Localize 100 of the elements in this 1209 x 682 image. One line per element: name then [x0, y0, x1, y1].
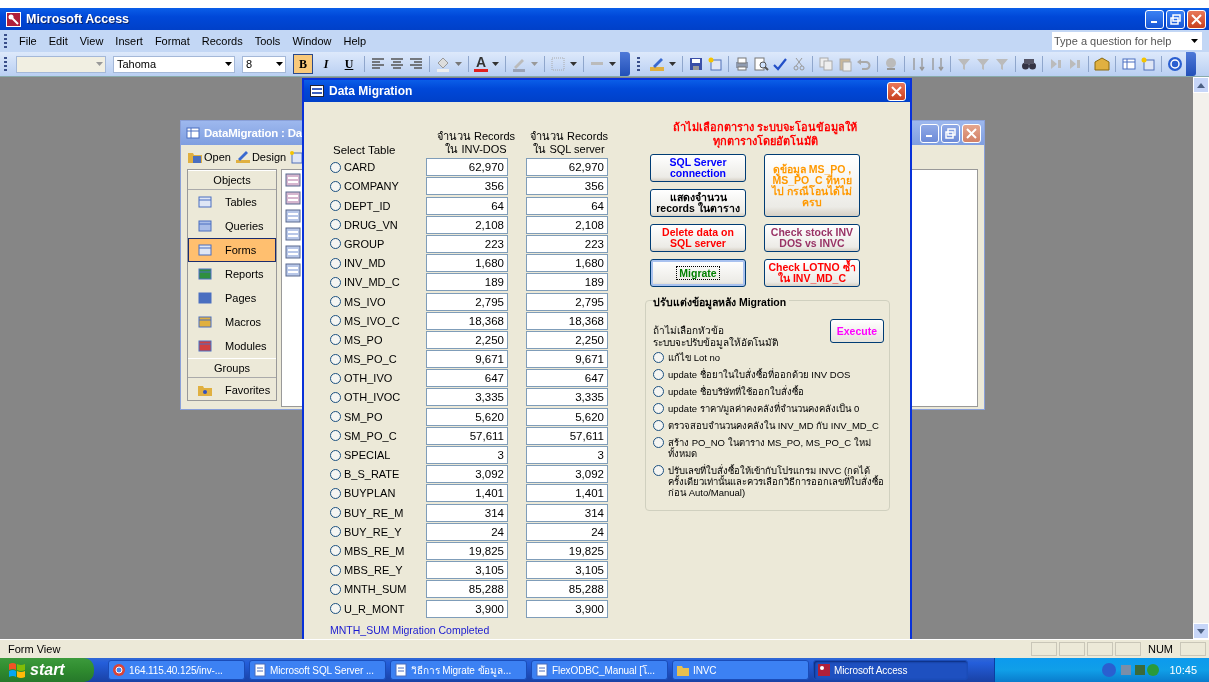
object-type-item[interactable]: Forms — [188, 238, 276, 262]
table-radio[interactable]: OTH_IVO — [330, 372, 426, 385]
table-radio[interactable]: BUY_RE_Y — [330, 525, 426, 538]
font-size-dropdown[interactable]: 8 — [242, 55, 286, 73]
menu-item[interactable]: Edit — [42, 35, 74, 47]
table-radio[interactable]: MS_PO_C — [330, 353, 426, 366]
format-button[interactable]: B — [293, 54, 313, 74]
record-count-field: 85,288 — [526, 580, 608, 599]
taskbar-item[interactable]: Microsoft SQL Server ... — [249, 660, 386, 680]
group-item[interactable]: Favorites — [188, 378, 276, 402]
option-radio[interactable]: แก้ไข Lot no — [653, 352, 884, 363]
table-radio[interactable]: SPECIAL — [330, 449, 426, 461]
record-count-field: 62,970 — [526, 158, 608, 177]
record-count-field: 2,250 — [526, 330, 608, 349]
start-button[interactable]: start — [0, 658, 94, 682]
menu-item[interactable]: Format — [148, 35, 196, 47]
record-count-field: 18,368 — [526, 311, 608, 330]
record-count-field: 5,620 — [426, 407, 508, 426]
status-text: Form View — [7, 643, 62, 655]
record-count-field: 1,680 — [426, 254, 508, 273]
record-count-field: 19,825 — [526, 541, 608, 560]
record-count-field: 3,900 — [526, 599, 608, 618]
record-count-field: 356 — [526, 177, 608, 196]
taskbar-item[interactable]: 164.115.40.125/inv-... — [108, 660, 245, 680]
menu-item[interactable]: Tools — [248, 35, 287, 47]
table-radio[interactable]: COMPANY — [330, 180, 426, 193]
action-button[interactable]: Check LOTNO ซ้ำ ใน INV_MD_C — [764, 259, 860, 287]
table-radio[interactable]: B_S_RATE — [330, 468, 426, 481]
table-radio[interactable]: MBS_RE_M — [330, 544, 426, 557]
groups-header[interactable]: Groups — [188, 358, 276, 378]
column-header: จำนวน Records ใน INV-DOS — [436, 130, 516, 156]
table-radio[interactable]: U_R_MONT — [330, 602, 426, 615]
action-button[interactable]: Check stock INV DOS vs INVC — [764, 224, 860, 252]
record-count-field: 24 — [426, 522, 508, 541]
table-radio[interactable]: GROUP — [330, 237, 426, 250]
object-type-item[interactable]: Queries — [188, 214, 276, 238]
format-button[interactable]: I — [316, 54, 336, 74]
table-radio[interactable]: OTH_IVOC — [330, 391, 426, 404]
table-radio[interactable]: BUYPLAN — [330, 487, 426, 500]
menu-item[interactable]: File — [13, 35, 43, 47]
taskbar-item[interactable]: INVC — [672, 660, 809, 680]
table-radio[interactable]: MS_PO — [330, 333, 426, 346]
clock: 10:45 — [1169, 664, 1197, 676]
taskbar-item[interactable]: FlexODBC_Manual [โ... — [531, 660, 668, 680]
taskbar-item[interactable]: วิธีการ Migrate ข้อมูล... — [390, 660, 527, 680]
format-button[interactable]: U — [339, 54, 359, 74]
menu-item[interactable]: Insert — [109, 35, 149, 47]
table-radio[interactable]: SM_PO_C — [330, 429, 426, 442]
font-color-button[interactable]: A — [474, 56, 489, 72]
record-count-field: 57,611 — [526, 426, 608, 445]
menu-item[interactable]: View — [73, 35, 110, 47]
object-type-item[interactable]: Tables — [188, 190, 276, 214]
option-radio[interactable]: update ชื่อบริษัทที่ใช้ออกใบสั่งซื้อ — [653, 386, 884, 397]
record-count-field: 9,671 — [526, 350, 608, 369]
record-count-field: 2,795 — [426, 292, 508, 311]
menu-item[interactable]: Records — [195, 35, 249, 47]
table-radio[interactable]: MS_IVO — [330, 295, 426, 308]
record-count-field: 19,825 — [426, 541, 508, 560]
notice-text: ถ้าไม่เลือกตาราง ระบบจะโอนข้อมูลให้ ทุกตารางโดยอัตโนมัติ — [671, 120, 859, 148]
table-radio[interactable]: DEPT_ID — [330, 199, 426, 212]
option-radio[interactable]: update ชื่อยาในใบสั่งซื้อที่ออกด้วย INV DOS — [653, 369, 884, 380]
record-count-field: 314 — [526, 503, 608, 522]
record-count-field: 3,105 — [426, 561, 508, 580]
table-radio[interactable]: CARD — [330, 161, 426, 174]
record-count-field: 647 — [526, 369, 608, 388]
action-button[interactable]: Delete data on SQL server — [650, 224, 746, 252]
object-type-item[interactable]: Pages — [188, 286, 276, 310]
font-dropdown[interactable]: Tahoma — [113, 55, 235, 73]
table-radio[interactable]: INV_MD_C — [330, 276, 426, 289]
object-type-item[interactable]: Reports — [188, 262, 276, 286]
help-search-field[interactable]: Type a question for help — [1051, 31, 1203, 51]
table-radio[interactable]: MNTH_SUM — [330, 583, 426, 596]
option-radio[interactable]: update ราคา/มูลค่าคงคลังที่จำนวนคงคลังเป็น 0 — [653, 403, 884, 414]
table-radio[interactable]: MS_IVO_C — [330, 314, 426, 327]
window-title: DataMigration : Da — [204, 127, 302, 139]
object-type-item[interactable]: Modules — [188, 334, 276, 358]
option-radio[interactable]: ปรับเลขที่ใบสั่งซื้อให้เข้ากับโปรแกรม INVC (กดได้ครั้งเดียวเท่านั้นและควรเลือกวิธีการออกเลขที่ใบสั่งซื้อก่อน Auto/Manual) — [653, 465, 884, 498]
record-count-field: 3,900 — [426, 599, 508, 618]
objects-header[interactable]: Objects — [188, 170, 276, 190]
record-count-field: 2,795 — [526, 292, 608, 311]
design-button[interactable]: Design — [251, 151, 290, 163]
table-radio[interactable]: SM_PO — [330, 410, 426, 423]
action-button[interactable]: แสดงจำนวน records ในตาราง — [650, 189, 746, 217]
record-count-field: 18,368 — [426, 311, 508, 330]
object-type-item[interactable]: Macros — [188, 310, 276, 334]
action-button[interactable]: SQL Server connection — [650, 154, 746, 182]
table-radio[interactable]: MBS_RE_Y — [330, 564, 426, 577]
table-radio[interactable]: INV_MD — [330, 257, 426, 270]
record-count-field: 1,680 — [526, 254, 608, 273]
option-radio[interactable]: สร้าง PO_NO ในตาราง MS_PO, MS_PO_C ใหม่ทั้งหมด — [653, 437, 884, 459]
table-radio[interactable]: BUY_RE_M — [330, 506, 426, 519]
table-radio[interactable]: DRUG_VN — [330, 218, 426, 231]
taskbar-item[interactable]: Microsoft Access — [813, 660, 968, 680]
column-header: Select Table — [332, 144, 397, 156]
record-count-field: 2,108 — [426, 215, 508, 234]
menu-item[interactable]: Help — [337, 35, 373, 47]
action-button[interactable]: Migrate — [650, 259, 746, 287]
menu-item[interactable]: Window — [286, 35, 338, 47]
option-radio[interactable]: ตรวจสอบจำนวนคงคลังใน INV_MD กับ INV_MD_C — [653, 420, 884, 431]
open-button[interactable]: Open — [204, 151, 234, 163]
